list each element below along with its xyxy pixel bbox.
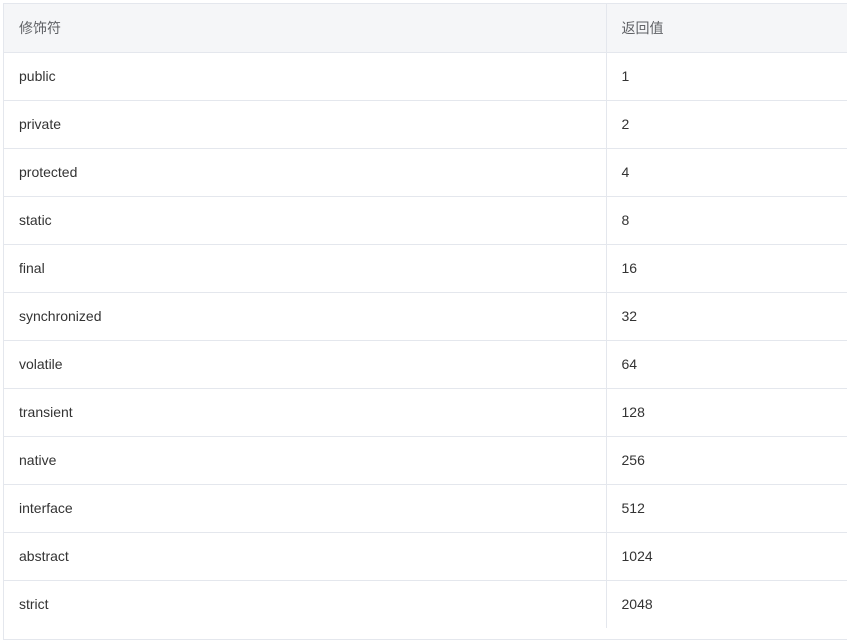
table-header-row: 修饰符 返回值 (4, 4, 847, 53)
modifier-cell: synchronized (4, 292, 607, 341)
modifier-cell: private (4, 100, 607, 149)
return-value-cell: 32 (606, 292, 847, 341)
return-value-cell: 1 (606, 52, 847, 101)
modifier-cell: static (4, 196, 607, 245)
return-value-cell: 8 (606, 196, 847, 245)
return-value-cell: 256 (606, 436, 847, 485)
return-value-cell: 2048 (621, 596, 653, 613)
modifier-cell: strict (4, 580, 607, 628)
return-value-cell: 512 (606, 484, 847, 533)
modifier-cell: volatile (4, 340, 607, 389)
table-row: interface 512 (4, 484, 847, 533)
header-return-value: 返回值 (606, 4, 847, 53)
modifier-cell: native (4, 436, 607, 485)
return-value-cell: 16 (606, 244, 847, 293)
modifier-cell: interface (4, 484, 607, 533)
table-row: transient 128 (4, 388, 847, 437)
return-value-cell: 4 (606, 148, 847, 197)
header-modifier: 修饰符 (4, 4, 607, 53)
modifier-cell: public (4, 52, 607, 101)
table-row: static 8 (4, 196, 847, 245)
return-value-cell: 128 (606, 388, 847, 437)
modifier-cell: transient (4, 388, 607, 437)
table-row: protected 4 (4, 148, 847, 197)
table-row: native 256 (4, 436, 847, 485)
return-value-cell: 1024 (606, 532, 847, 581)
table-row: abstract 1024 (4, 532, 847, 581)
table-row: strict 2048 (4, 580, 847, 628)
return-value-cell: 2 (606, 100, 847, 149)
return-value-cell: 64 (606, 340, 847, 389)
table-row: public 1 (4, 52, 847, 101)
modifier-cell: abstract (4, 532, 607, 581)
modifier-table: 修饰符 返回值 public 1 private 2 protected 4 static 8… (4, 4, 847, 628)
table-row: volatile 64 (4, 340, 847, 389)
table-row: private 2 (4, 100, 847, 149)
table-row: synchronized 32 (4, 292, 847, 341)
modifier-cell: protected (4, 148, 607, 197)
table-row: final 16 (4, 244, 847, 293)
modifier-table-container: 修饰符 返回值 public 1 private 2 protected 4 static 8… (3, 3, 847, 640)
modifier-cell: final (4, 244, 607, 293)
